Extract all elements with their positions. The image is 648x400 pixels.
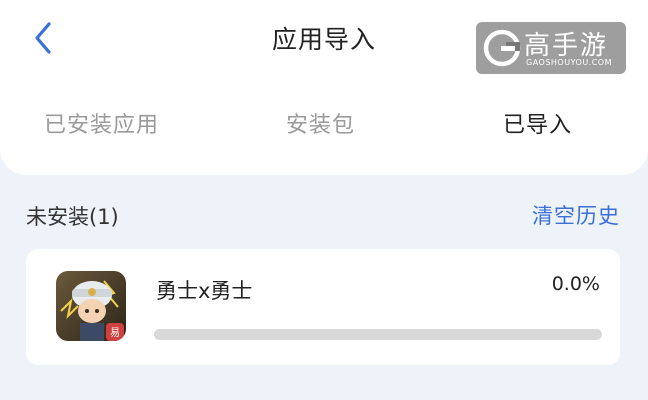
clear-history-button[interactable]: 清空历史 (532, 200, 620, 230)
gaoshouyou-watermark: 高手游 GAOSHOUYOU.COM (476, 22, 626, 74)
tab-imported[interactable]: 已导入 (503, 107, 572, 139)
header-card: 应用导入 高手游 GAOSHOUYOU.COM 已安装应用 安装包 已导入 (0, 0, 648, 175)
tab-install-packages[interactable]: 安装包 (286, 107, 355, 139)
app-list-item[interactable]: 易 勇士x勇士 0.0% (26, 249, 620, 365)
app-icon: 易 (56, 271, 126, 341)
svg-text:易: 易 (110, 327, 120, 339)
watermark-text: 高手游 (524, 31, 609, 61)
tab-installed-apps[interactable]: 已安装应用 (44, 107, 159, 139)
tab-bar: 已安装应用 安装包 已导入 (0, 107, 648, 147)
progress-bar (154, 329, 602, 340)
progress-percent: 0.0% (551, 273, 600, 295)
game-character-icon: 易 (56, 271, 126, 341)
watermark-subtext: GAOSHOUYOU.COM (526, 58, 613, 67)
gaoshouyou-logo-icon (483, 29, 521, 67)
section-title-not-installed: 未安装(1) (26, 205, 119, 229)
app-name: 勇士x勇士 (156, 279, 253, 303)
